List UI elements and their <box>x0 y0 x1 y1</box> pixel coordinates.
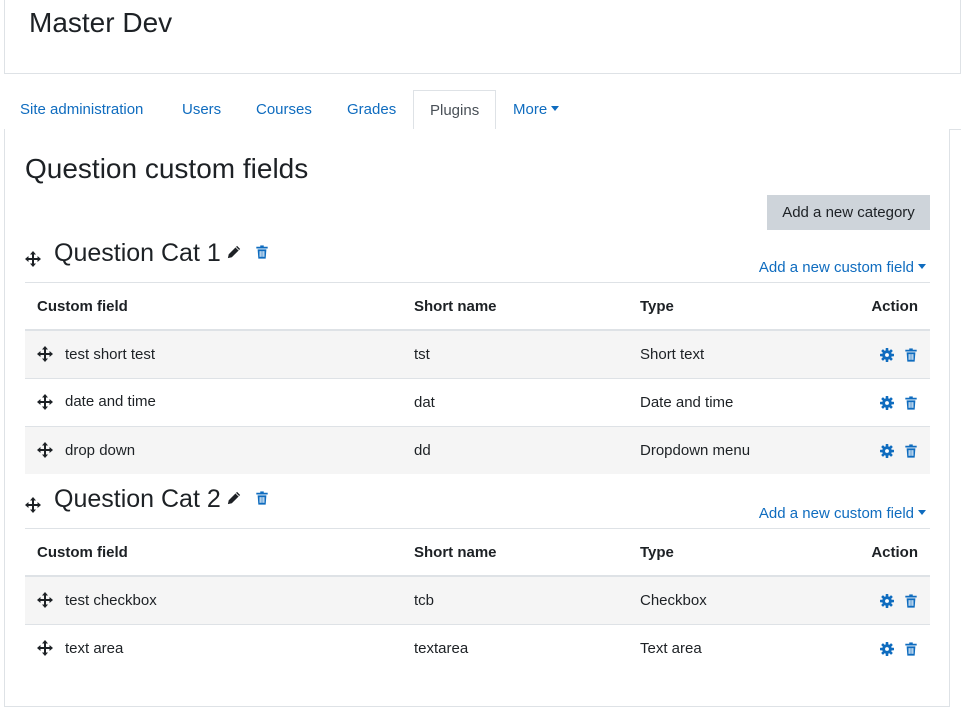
caret-down-icon <box>551 105 560 111</box>
fields-table: Custom field Short name Type Action test… <box>25 529 930 672</box>
field-name: date and time <box>65 393 156 411</box>
trash-icon[interactable] <box>255 491 269 505</box>
table-row: test checkbox tcb Checkbox <box>25 576 930 624</box>
tab-users[interactable]: Users <box>166 90 237 130</box>
table-row: drop down dd Dropdown menu <box>25 425 930 474</box>
table-header-row: Custom field Short name Type Action <box>25 529 930 577</box>
field-name: text area <box>65 639 124 657</box>
category-name: Question Cat 2 <box>54 485 269 514</box>
header-type: Type <box>628 283 838 331</box>
header-custom-field: Custom field <box>25 529 402 577</box>
category-name: Question Cat 1 <box>54 239 269 268</box>
primary-navigation: Site administration Users Courses Grades… <box>4 90 961 131</box>
table-row: date and time dat Date and time <box>25 377 930 426</box>
field-actions <box>838 425 930 474</box>
field-actions <box>838 377 930 426</box>
tab-site-administration[interactable]: Site administration <box>4 90 159 130</box>
field-type: Checkbox <box>628 576 838 624</box>
category-section: Question Cat 1 Add a new custom field Cu… <box>25 239 930 474</box>
field-name-cell: test checkbox <box>25 576 402 624</box>
gear-icon[interactable] <box>880 444 894 458</box>
field-type: Text area <box>628 623 838 672</box>
gear-icon[interactable] <box>880 348 894 362</box>
page-title: Question custom fields <box>25 153 309 184</box>
table-row: test short test tst Short text <box>25 330 930 378</box>
gear-icon[interactable] <box>880 396 894 410</box>
category-name-text: Question Cat 2 <box>54 485 221 513</box>
field-name: test checkbox <box>65 591 157 609</box>
field-name-cell: drop down <box>25 425 402 474</box>
fields-table: Custom field Short name Type Action test… <box>25 283 930 474</box>
field-actions <box>838 576 930 624</box>
trash-icon[interactable] <box>904 642 918 656</box>
field-name-cell: test short test <box>25 330 402 378</box>
add-custom-field-label: Add a new custom field <box>758 259 914 276</box>
trash-icon[interactable] <box>904 444 918 458</box>
pencil-icon[interactable] <box>227 491 241 505</box>
header-action: Action <box>838 283 930 331</box>
move-icon[interactable] <box>37 640 53 656</box>
site-title: Master Dev <box>29 7 173 38</box>
category-name-text: Question Cat 1 <box>54 239 221 267</box>
move-icon[interactable] <box>25 251 41 267</box>
field-type: Dropdown menu <box>628 425 838 474</box>
field-actions <box>838 623 930 672</box>
move-icon[interactable] <box>37 346 53 362</box>
header-short-name: Short name <box>402 529 628 577</box>
field-short-name: dd <box>402 425 628 474</box>
move-icon[interactable] <box>37 394 53 410</box>
header-action: Action <box>838 529 930 577</box>
field-name: test short test <box>65 345 156 363</box>
add-custom-field-dropdown[interactable]: Add a new custom field <box>759 505 926 522</box>
header-short-name: Short name <box>402 283 628 331</box>
field-type: Date and time <box>628 377 838 426</box>
trash-icon[interactable] <box>904 594 918 608</box>
table-row: text area textarea Text area <box>25 623 930 672</box>
move-icon[interactable] <box>37 442 53 458</box>
site-header: Master Dev <box>4 0 961 74</box>
add-custom-field-dropdown[interactable]: Add a new custom field <box>759 259 926 276</box>
caret-down-icon <box>918 509 926 515</box>
add-category-button[interactable]: Add a new category <box>767 195 930 230</box>
tab-more-label: More <box>513 101 548 118</box>
field-name-cell: date and time <box>25 377 402 426</box>
header-type: Type <box>628 529 838 577</box>
category-header: Question Cat 1 Add a new custom field <box>25 239 930 283</box>
field-short-name: textarea <box>402 623 628 672</box>
field-name: drop down <box>65 441 136 459</box>
field-actions <box>838 330 930 378</box>
add-custom-field-label: Add a new custom field <box>758 505 914 522</box>
field-name-cell: text area <box>25 623 402 672</box>
main-region: Question custom fields Add a new categor… <box>4 129 950 707</box>
tab-courses[interactable]: Courses <box>240 90 328 130</box>
move-icon[interactable] <box>37 592 53 608</box>
header-custom-field: Custom field <box>25 283 402 331</box>
tab-more[interactable]: More <box>497 90 575 130</box>
caret-down-icon <box>918 263 926 269</box>
field-short-name: dat <box>402 377 628 426</box>
field-short-name: tst <box>402 330 628 378</box>
gear-icon[interactable] <box>880 594 894 608</box>
field-type: Short text <box>628 330 838 378</box>
pencil-icon[interactable] <box>227 245 241 259</box>
trash-icon[interactable] <box>255 245 269 259</box>
gear-icon[interactable] <box>880 642 894 656</box>
move-icon[interactable] <box>25 497 41 513</box>
field-short-name: tcb <box>402 576 628 624</box>
category-section: Question Cat 2 Add a new custom field Cu… <box>25 485 930 672</box>
category-header: Question Cat 2 Add a new custom field <box>25 485 930 529</box>
tab-plugins[interactable]: Plugins <box>413 90 497 131</box>
trash-icon[interactable] <box>904 348 918 362</box>
tab-grades[interactable]: Grades <box>331 90 412 130</box>
table-header-row: Custom field Short name Type Action <box>25 283 930 331</box>
trash-icon[interactable] <box>904 396 918 410</box>
